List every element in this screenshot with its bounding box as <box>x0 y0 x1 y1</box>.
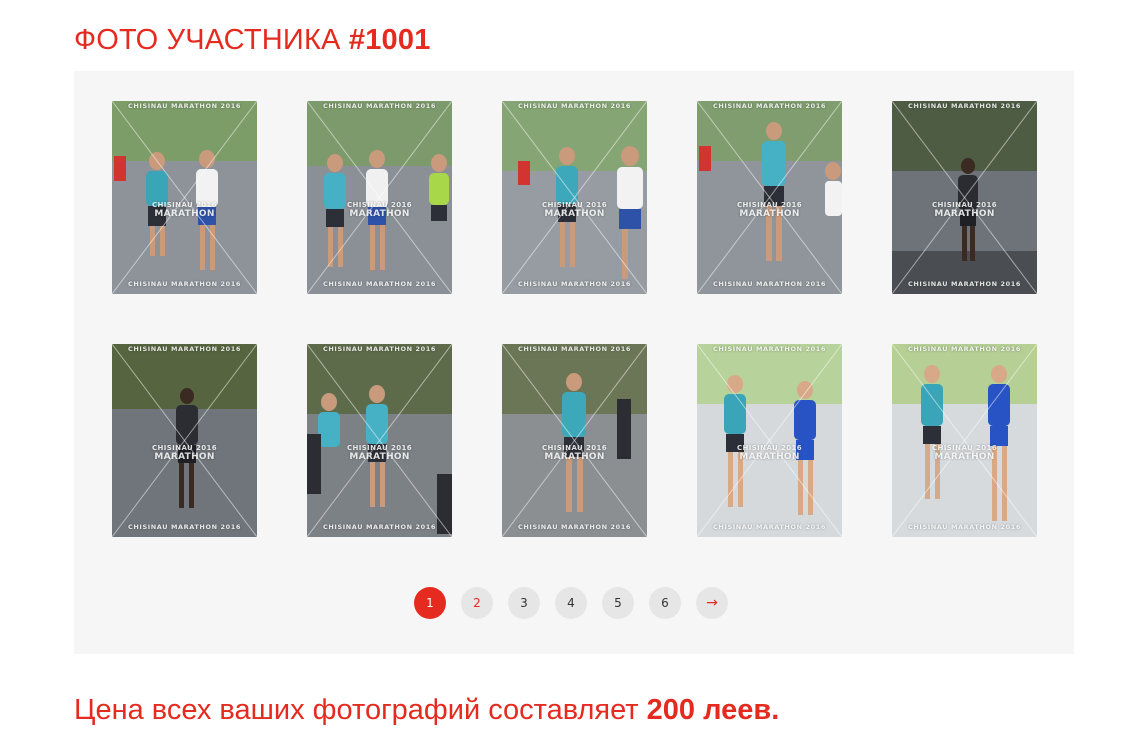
page-button-3[interactable]: 3 <box>508 587 540 619</box>
pagination: 1 2 3 4 5 6 → <box>414 587 728 619</box>
watermark-center-2: MARATHON <box>544 209 605 219</box>
runner-photo-image <box>502 344 647 537</box>
watermark-bottom: CHISINAU MARATHON 2016 <box>713 523 826 531</box>
watermark-center-2: MARATHON <box>349 452 410 462</box>
photo-thumbnail-1[interactable]: CHISINAU MARATHON 2016 CHISINAU 2016 MAR… <box>112 101 257 294</box>
watermark-center-2: MARATHON <box>544 452 605 462</box>
watermark-top: CHISINAU MARATHON 2016 <box>713 345 826 353</box>
watermark-bottom: CHISINAU MARATHON 2016 <box>713 280 826 288</box>
photo-thumbnail-5[interactable]: CHISINAU MARATHON 2016 CHISINAU 2016 MAR… <box>892 101 1037 294</box>
watermark-bottom: CHISINAU MARATHON 2016 <box>128 280 241 288</box>
runner-photo-image <box>892 344 1037 537</box>
watermark-center-1: CHISINAU 2016 <box>931 444 998 452</box>
next-page-button[interactable]: → <box>696 587 728 619</box>
photo-thumbnail-7[interactable]: CHISINAU MARATHON 2016 CHISINAU 2016 MAR… <box>307 344 452 537</box>
runner-photo-image <box>697 344 842 537</box>
runner-photo-image <box>697 101 842 294</box>
watermark-top: CHISINAU MARATHON 2016 <box>518 102 631 110</box>
photo-gallery: CHISINAU MARATHON 2016 CHISINAU 2016 MAR… <box>74 71 1074 654</box>
photo-thumbnail-6[interactable]: CHISINAU MARATHON 2016 CHISINAU 2016 MAR… <box>112 344 257 537</box>
photo-thumbnail-8[interactable]: CHISINAU MARATHON 2016 CHISINAU 2016 MAR… <box>502 344 647 537</box>
watermark-center-2: MARATHON <box>349 209 410 219</box>
watermark-center-1: CHISINAU 2016 <box>736 201 803 209</box>
runner-photo-image <box>892 101 1037 294</box>
watermark-bottom: CHISINAU MARATHON 2016 <box>518 280 631 288</box>
page-button-4[interactable]: 4 <box>555 587 587 619</box>
watermark-center-1: CHISINAU 2016 <box>541 444 608 452</box>
watermark-bottom: CHISINAU MARATHON 2016 <box>323 280 436 288</box>
watermark-bottom: CHISINAU MARATHON 2016 <box>908 523 1021 531</box>
runner-photo-image <box>112 344 257 537</box>
runner-photo-image <box>307 344 452 537</box>
watermark-center-2: MARATHON <box>154 452 215 462</box>
price-prefix: Цена всех ваших фотографий составляет <box>74 694 647 726</box>
watermark-center-2: MARATHON <box>739 452 800 462</box>
page-button-5[interactable]: 5 <box>602 587 634 619</box>
watermark-bottom: CHISINAU MARATHON 2016 <box>323 523 436 531</box>
watermark-center-1: CHISINAU 2016 <box>151 444 218 452</box>
page-button-1[interactable]: 1 <box>414 587 446 619</box>
watermark-center-2: MARATHON <box>739 209 800 219</box>
price-amount: 200 леев. <box>646 694 780 726</box>
watermark-center-2: MARATHON <box>154 209 215 219</box>
watermark-top: CHISINAU MARATHON 2016 <box>908 345 1021 353</box>
watermark-bottom: CHISINAU MARATHON 2016 <box>518 523 631 531</box>
watermark-center-1: CHISINAU 2016 <box>736 444 803 452</box>
watermark-center-1: CHISINAU 2016 <box>151 201 218 209</box>
watermark-top: CHISINAU MARATHON 2016 <box>518 345 631 353</box>
watermark-top: CHISINAU MARATHON 2016 <box>128 345 241 353</box>
watermark-top: CHISINAU MARATHON 2016 <box>128 102 241 110</box>
photo-thumbnail-4[interactable]: CHISINAU MARATHON 2016 CHISINAU 2016 MAR… <box>697 101 842 294</box>
runner-photo-image <box>112 101 257 294</box>
bib-number: #1001 <box>348 24 431 56</box>
page-button-6[interactable]: 6 <box>649 587 681 619</box>
photo-thumbnail-2[interactable]: CHISINAU MARATHON 2016 CHISINAU 2016 MAR… <box>307 101 452 294</box>
watermark-center-1: CHISINAU 2016 <box>346 444 413 452</box>
watermark-bottom: CHISINAU MARATHON 2016 <box>908 280 1021 288</box>
price-summary: Цена всех ваших фотографий составляет 20… <box>74 694 779 727</box>
photo-thumbnail-10[interactable]: CHISINAU MARATHON 2016 CHISINAU 2016 MAR… <box>892 344 1037 537</box>
watermark-top: CHISINAU MARATHON 2016 <box>323 345 436 353</box>
watermark-top: CHISINAU MARATHON 2016 <box>908 102 1021 110</box>
watermark-center-2: MARATHON <box>934 452 995 462</box>
watermark-top: CHISINAU MARATHON 2016 <box>323 102 436 110</box>
page-title: ФОТО УЧАСТНИКА #1001 <box>74 24 431 57</box>
watermark-top: CHISINAU MARATHON 2016 <box>713 102 826 110</box>
runner-photo-image <box>307 101 452 294</box>
page-title-prefix: ФОТО УЧАСТНИКА <box>74 24 349 56</box>
page-button-2[interactable]: 2 <box>461 587 493 619</box>
runner-photo-image <box>502 101 647 294</box>
watermark-center-1: CHISINAU 2016 <box>931 201 998 209</box>
watermark-center-2: MARATHON <box>934 209 995 219</box>
watermark-center-1: CHISINAU 2016 <box>541 201 608 209</box>
photo-thumbnail-9[interactable]: CHISINAU MARATHON 2016 CHISINAU 2016 MAR… <box>697 344 842 537</box>
watermark-center-1: CHISINAU 2016 <box>346 201 413 209</box>
photo-thumbnail-3[interactable]: CHISINAU MARATHON 2016 CHISINAU 2016 MAR… <box>502 101 647 294</box>
watermark-bottom: CHISINAU MARATHON 2016 <box>128 523 241 531</box>
